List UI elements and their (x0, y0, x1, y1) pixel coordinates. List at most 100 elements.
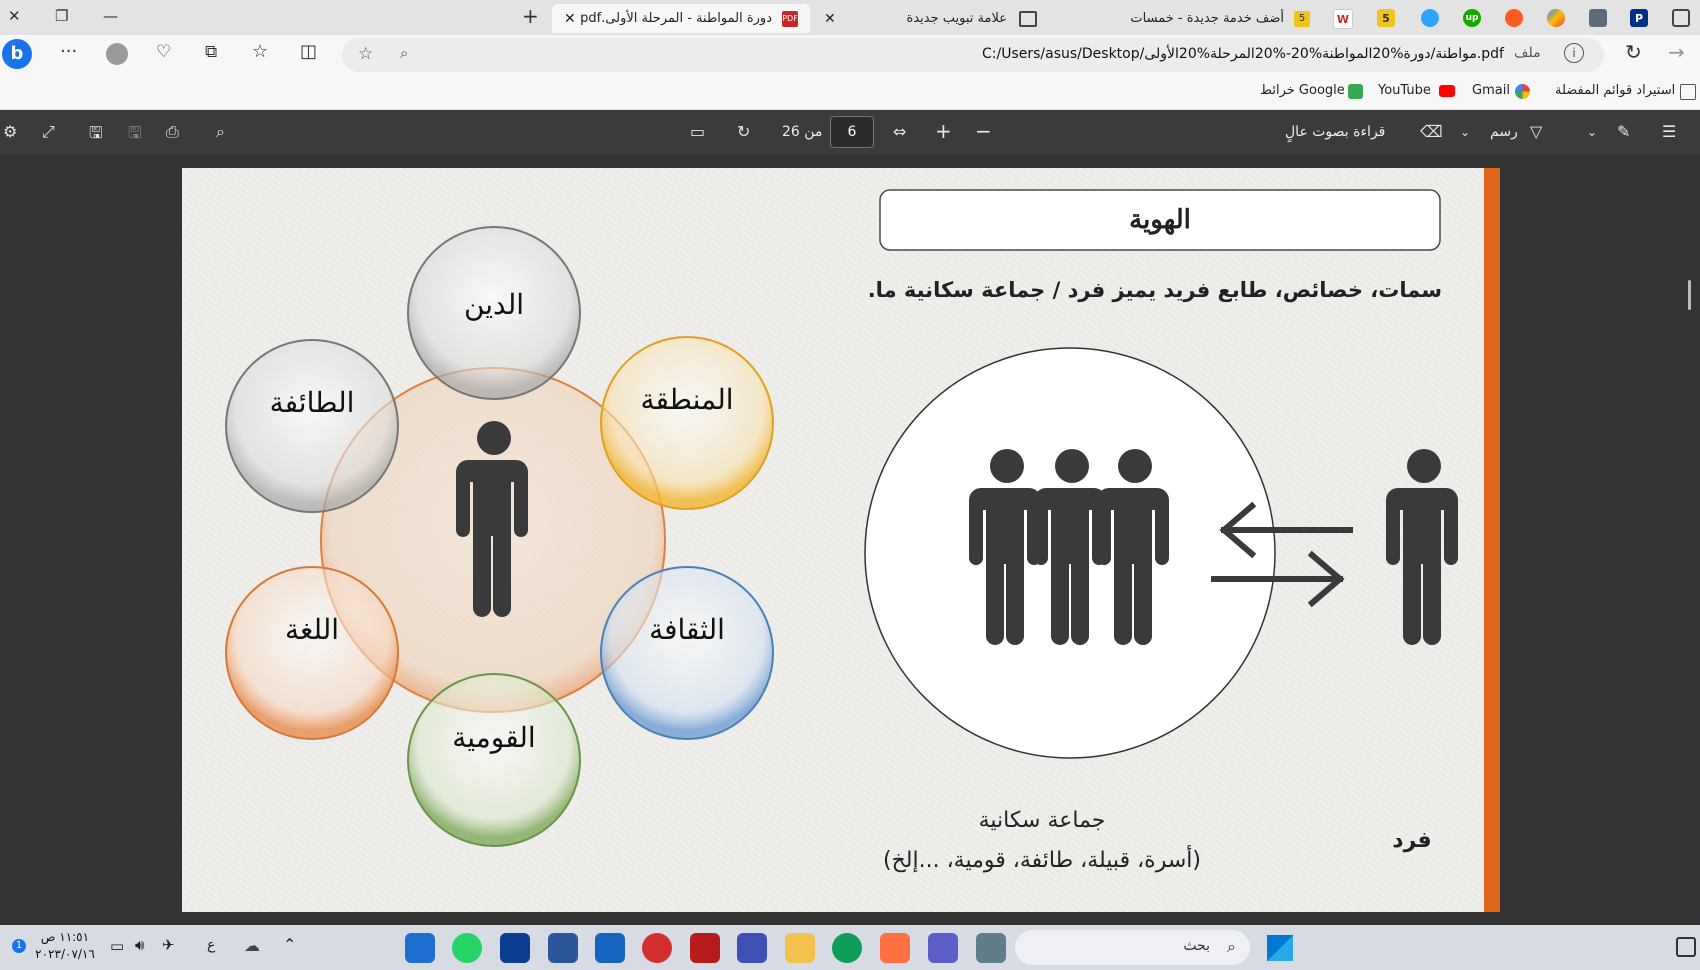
tab-pdf[interactable]: PDF دورة المواطنة - المرحلة الأولى.pdf ✕ (552, 4, 810, 33)
clock-date[interactable]: ٢٠٢٣/٠٧/١٦ (30, 947, 100, 961)
youtube-icon (1439, 85, 1455, 97)
maps-icon (1348, 84, 1363, 99)
chevron-down-icon[interactable]: ⌄ (1587, 125, 1597, 139)
zoom-out-icon[interactable]: − (975, 119, 992, 143)
url-text[interactable]: C:/Users/asus/Desktop/مواطنة/دورة%20المو… (982, 46, 1504, 62)
chevron-up-icon[interactable]: ⌃ (283, 935, 296, 954)
refresh-icon[interactable]: ↻ (1625, 40, 1642, 64)
contents-icon[interactable]: ☰ (1662, 122, 1676, 141)
paypal-icon[interactable]: P (1630, 9, 1648, 27)
clock-time[interactable]: ١١:٥١ ص (30, 930, 100, 944)
group-examples: (أسرة، قبيلة، طائفة، قومية، ...إلخ) (883, 848, 1201, 873)
khamsat-icon: 5 (1294, 10, 1310, 27)
draw-button[interactable]: رسم (1490, 124, 1518, 140)
globe-icon[interactable] (1421, 9, 1439, 27)
khamsat-icon[interactable]: 5 (1377, 9, 1395, 27)
task-view-icon[interactable] (976, 933, 1006, 963)
tab-title: دورة المواطنة - المرحلة الأولى.pdf (580, 11, 772, 26)
favorites-bar: استيراد قوائم المفضلة Gmail YouTube خرائ… (0, 75, 1700, 110)
tab-actions-icon[interactable] (1672, 9, 1690, 27)
volume-icon[interactable]: 🔊︎ (135, 936, 144, 954)
print-icon[interactable]: ⎙ (166, 122, 179, 142)
fullscreen-icon[interactable]: ⤢ (42, 122, 55, 142)
address-bar[interactable]: ☆ ⌕ C:/Users/asus/Desktop/مواطنة/دورة%20… (342, 38, 1604, 72)
app-icon[interactable] (595, 933, 625, 963)
close-icon[interactable]: ✕ (564, 11, 576, 27)
favorite-gmail[interactable]: Gmail (1472, 83, 1510, 98)
search-box[interactable]: ⌕ بحث (1015, 930, 1250, 965)
info-icon[interactable]: i (1564, 43, 1584, 63)
reddit-icon[interactable] (1505, 9, 1523, 27)
window-minimize-icon[interactable]: — (103, 7, 118, 25)
airplane-icon[interactable]: ✈︎ (162, 936, 175, 954)
teams-icon[interactable] (928, 933, 958, 963)
whatsapp-icon[interactable] (452, 933, 482, 963)
page-total: من 26 (782, 124, 823, 140)
close-icon[interactable]: ✕ (824, 11, 836, 27)
save-as-icon[interactable]: 🖫 (89, 122, 103, 149)
file-explorer-icon[interactable] (785, 933, 815, 963)
settings-icon[interactable]: ⚙ (3, 122, 17, 141)
word-web-icon[interactable]: W (1333, 9, 1353, 29)
scrollbar-thumb[interactable] (1688, 280, 1691, 310)
input-language[interactable]: ع (207, 937, 215, 953)
split-screen-icon[interactable]: ◫ (300, 41, 317, 62)
store-icon[interactable] (737, 933, 767, 963)
new-tab-icon[interactable]: + (522, 4, 539, 28)
label-religion: الدين (463, 288, 525, 321)
app-icon[interactable] (500, 933, 530, 963)
accent-stripe (1484, 168, 1500, 912)
battery-icon[interactable]: ▭ (110, 937, 124, 955)
rotate-icon[interactable]: ↻ (737, 122, 750, 141)
notification-icon[interactable]: 1 (12, 939, 26, 953)
profile-avatar[interactable] (106, 43, 128, 65)
erase-icon[interactable]: ⌫ (1420, 122, 1443, 141)
save-icon[interactable]: 🖫 (128, 122, 142, 149)
window-close-icon[interactable]: ✕ (8, 7, 21, 25)
pdf-toolbar: ⚙ ⤢ 🖫 🖫 ⎙ ⌕ ▭ ↻ من 26 6 ⇔ + − قراءة بصوت… (0, 110, 1700, 155)
browser-essentials-icon[interactable]: ♡ (156, 42, 171, 62)
word-icon[interactable] (548, 933, 578, 963)
favorite-import[interactable]: استيراد قوائم المفضلة (1555, 83, 1675, 98)
label-language: اللغة (284, 613, 340, 646)
read-aloud-button[interactable]: قراءة بصوت عالٍ (1285, 124, 1385, 140)
google-icon (1515, 84, 1530, 99)
culture-circle (600, 566, 774, 740)
zoom-in-icon[interactable]: + (935, 119, 952, 143)
start-icon[interactable] (1267, 935, 1293, 961)
edge-icon[interactable] (832, 933, 862, 963)
fit-width-icon[interactable]: ⇔ (893, 122, 906, 141)
page-number-input[interactable]: 6 (830, 116, 874, 148)
language-circle (225, 566, 399, 740)
solidworks-icon[interactable] (690, 933, 720, 963)
more-menu-icon[interactable]: ··· (60, 41, 77, 62)
window-restore-icon[interactable]: ❐ (55, 7, 68, 25)
tab-new-tab[interactable]: علامة تبويب جديدة ✕ (812, 4, 1077, 33)
label-nationality: القومية (452, 721, 536, 754)
mail-icon[interactable] (405, 933, 435, 963)
app-icon[interactable] (642, 933, 672, 963)
search-icon: ⌕ (1227, 937, 1236, 956)
favorite-maps[interactable]: خرائط Google (1260, 83, 1345, 98)
page-view-icon[interactable]: ▭ (690, 122, 705, 141)
onedrive-icon[interactable]: ☁ (244, 936, 260, 955)
upwork-icon[interactable]: up (1463, 9, 1481, 27)
zoom-icon[interactable]: ⌕ (400, 44, 408, 62)
find-icon[interactable]: ⌕ (216, 122, 225, 142)
collections-icon[interactable]: ⧉ (205, 42, 217, 62)
app-icon[interactable] (880, 933, 910, 963)
favorite-youtube[interactable]: YouTube (1378, 83, 1431, 98)
widgets-icon[interactable] (1676, 937, 1696, 957)
draw-icon[interactable]: ▽ (1530, 122, 1542, 141)
tab-khamsat[interactable]: 5 أضف خدمة جديدة - خمسات (1080, 4, 1320, 33)
back-icon[interactable]: → (1668, 40, 1685, 64)
layers-icon[interactable] (1589, 9, 1607, 27)
favorite-star-icon[interactable]: ☆ (358, 44, 373, 64)
chevron-down-icon[interactable]: ⌄ (1460, 125, 1470, 139)
google-icon[interactable] (1547, 9, 1565, 27)
pdf-file-icon: PDF (782, 10, 798, 27)
favorites-icon[interactable]: ☆ (252, 41, 268, 62)
bing-icon[interactable]: b (2, 39, 32, 69)
tab-bar: ✕ ❐ — + PDF دورة المواطنة - المرحلة الأو… (0, 0, 1700, 35)
highlight-icon[interactable]: ✎ (1617, 122, 1630, 141)
